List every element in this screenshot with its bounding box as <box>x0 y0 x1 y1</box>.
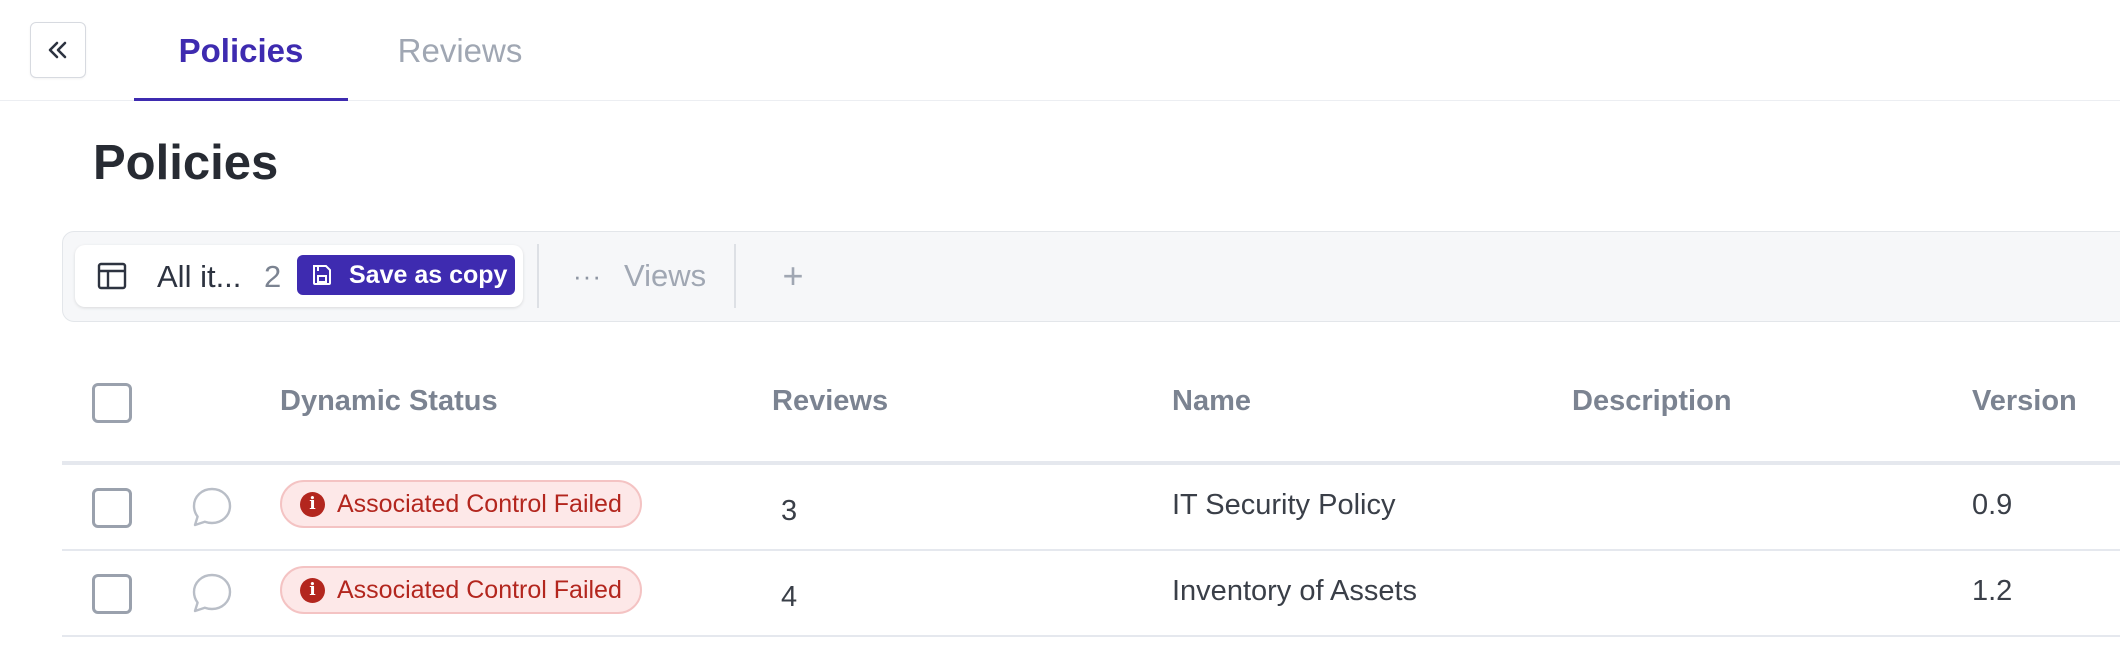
tab-label: Policies <box>178 31 304 69</box>
status-badge: i Associated Control Failed <box>280 566 642 614</box>
status-text: Associated Control Failed <box>337 575 622 604</box>
tab-policies[interactable]: Policies <box>134 0 348 102</box>
alert-circle-icon: i <box>300 577 325 603</box>
top-navigation: Policies Reviews <box>0 0 2120 102</box>
policy-version: 0.9 <box>1972 489 2013 521</box>
chevrons-left-icon <box>48 41 67 59</box>
current-view-name: All it... <box>157 259 242 294</box>
select-all-checkbox[interactable] <box>92 383 132 423</box>
policy-name[interactable]: Inventory of Assets <box>1172 575 1417 608</box>
page-title: Policies <box>93 136 279 190</box>
table-icon <box>97 262 127 290</box>
table-row[interactable]: i Associated Control Failed 4 Inventory … <box>62 551 2120 637</box>
floppy-disk-icon <box>313 265 331 285</box>
plus-icon: + <box>782 255 804 296</box>
current-view-chip[interactable]: All it... 2 Save as copy <box>75 245 523 307</box>
status-badge: i Associated Control Failed <box>280 480 642 528</box>
table-row[interactable]: i Associated Control Failed 3 IT Securit… <box>62 465 2120 551</box>
column-header-version[interactable]: Version <box>1972 385 2077 418</box>
column-header-reviews[interactable]: Reviews <box>772 385 888 418</box>
add-view-button[interactable]: + <box>763 245 823 307</box>
status-text: Associated Control Failed <box>337 489 622 518</box>
comment-icon[interactable] <box>190 485 234 529</box>
alert-circle-icon: i <box>300 491 325 517</box>
reviews-count: 3 <box>781 495 798 527</box>
save-as-copy-button[interactable]: Save as copy <box>297 255 515 295</box>
tab-reviews[interactable]: Reviews <box>370 0 550 101</box>
views-menu-button[interactable]: ··· Views <box>573 245 706 307</box>
collapse-sidebar-button[interactable] <box>30 22 86 78</box>
row-checkbox[interactable] <box>92 574 132 614</box>
policy-version: 1.2 <box>1972 575 2013 607</box>
column-header-description[interactable]: Description <box>1572 385 1732 418</box>
ellipsis-icon: ··· <box>573 260 602 291</box>
tab-label: Reviews <box>397 31 523 69</box>
main-content: Policies All it... 2 Save as copy ··· Vi… <box>0 101 2120 664</box>
reviews-count: 4 <box>781 581 798 613</box>
policy-name[interactable]: IT Security Policy <box>1172 489 1395 522</box>
row-checkbox[interactable] <box>92 488 132 528</box>
views-label: Views <box>623 258 707 293</box>
view-item-count: 2 <box>264 259 282 294</box>
save-as-copy-label: Save as copy <box>349 260 508 289</box>
toolbar-divider <box>537 244 539 308</box>
column-header-dynamic-status[interactable]: Dynamic Status <box>280 385 498 418</box>
column-header-name[interactable]: Name <box>1172 385 1251 418</box>
comment-icon[interactable] <box>190 571 234 615</box>
table-header: Dynamic Status Reviews Name Description … <box>62 357 2120 465</box>
view-toolbar: All it... 2 Save as copy ··· Views + <box>62 231 2120 322</box>
toolbar-divider <box>734 244 736 308</box>
